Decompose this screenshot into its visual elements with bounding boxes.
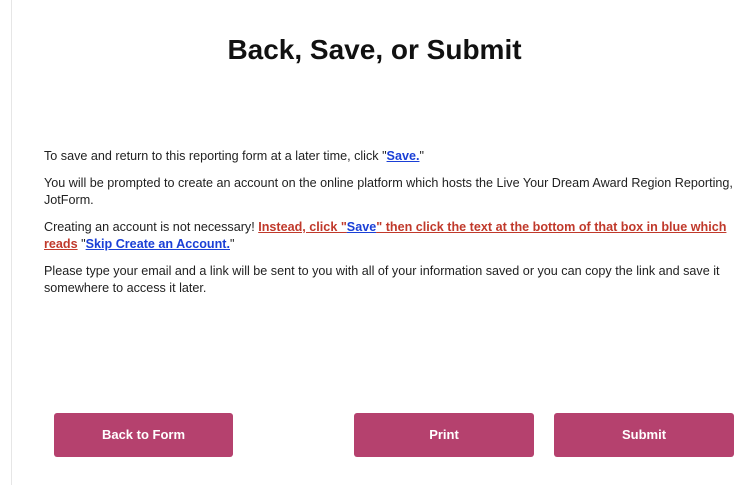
skip-quote-close: "	[230, 237, 235, 251]
account-prompt-text: You will be prompted to create an accoun…	[44, 176, 733, 207]
save-instruction-end: "	[419, 149, 424, 163]
save-instruction: To save and return to this reporting for…	[44, 148, 744, 165]
save-instruction-text: To save and return to this reporting for…	[44, 149, 387, 163]
email-link-text: Please type your email and a link will b…	[44, 264, 720, 295]
save-link-inline[interactable]: Save	[347, 220, 376, 234]
account-optional-note: Creating an account is not necessary! In…	[44, 219, 744, 253]
instead-warning-start: Instead, click "	[258, 220, 347, 234]
submit-button[interactable]: Submit	[554, 413, 734, 457]
back-to-form-button[interactable]: Back to Form	[54, 413, 233, 457]
page-left-border	[11, 0, 12, 485]
skip-quote-open: "	[77, 237, 86, 251]
skip-create-account-link[interactable]: Skip Create an Account.	[86, 237, 230, 251]
account-optional-text: Creating an account is not necessary!	[44, 220, 259, 234]
print-button[interactable]: Print	[354, 413, 534, 457]
save-link[interactable]: Save.	[387, 149, 420, 163]
page-title: Back, Save, or Submit	[227, 34, 522, 65]
instructions: To save and return to this reporting for…	[44, 148, 744, 307]
